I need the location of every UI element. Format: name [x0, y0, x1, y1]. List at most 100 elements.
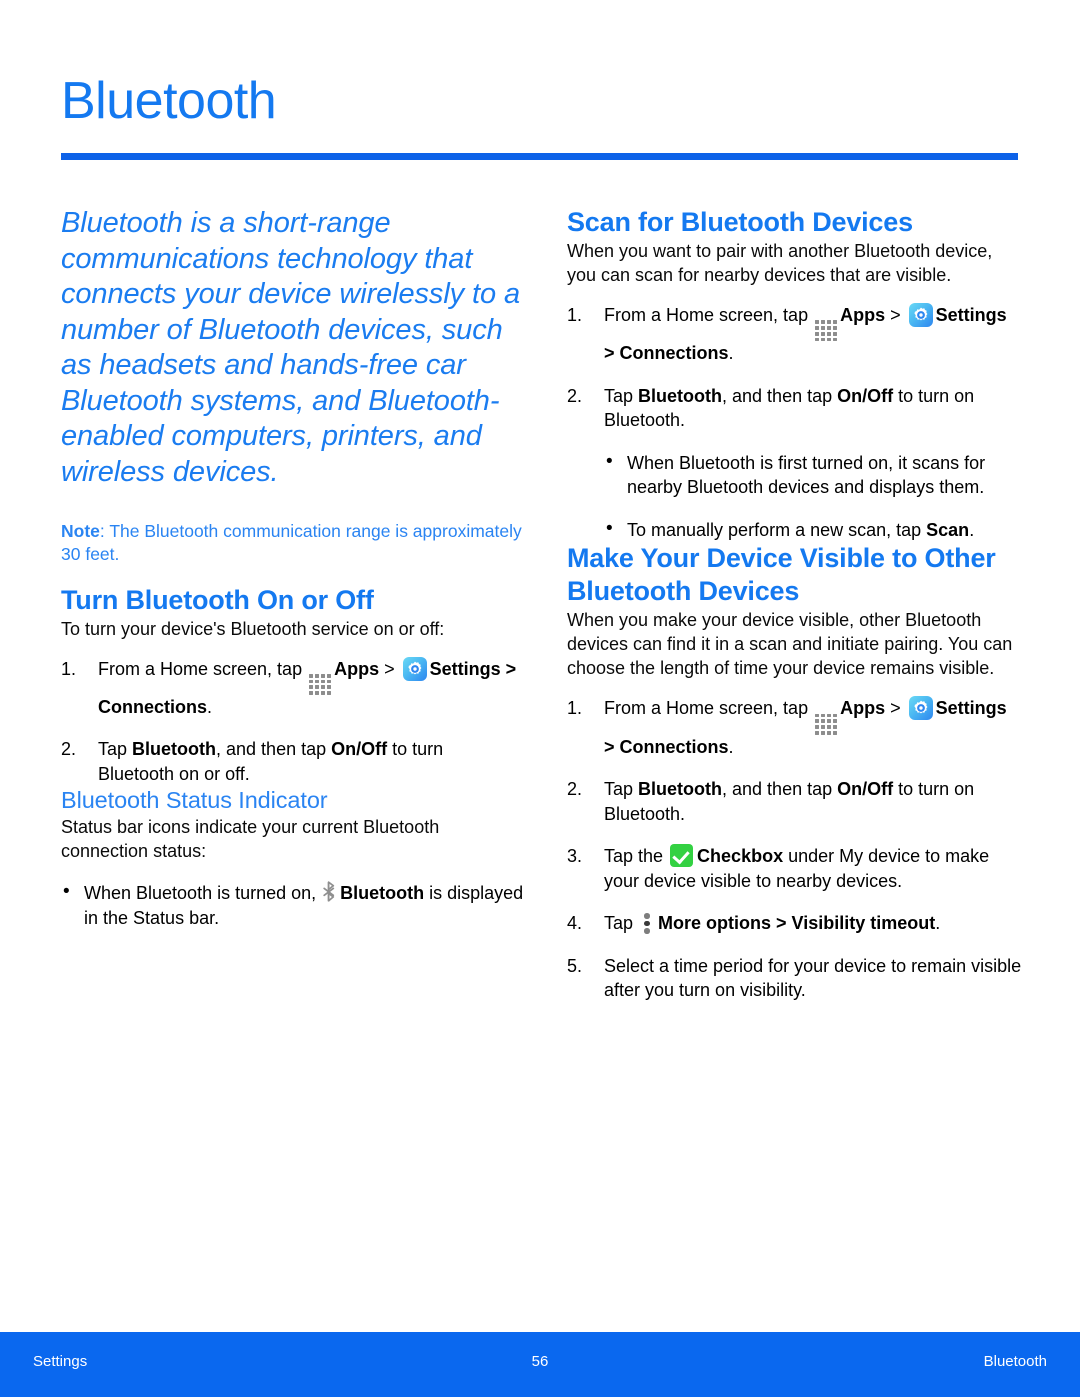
step-sep: > — [885, 698, 906, 719]
list-item: When Bluetooth is turned on, Bluetooth i… — [61, 880, 524, 930]
note-separator: : — [99, 521, 110, 541]
heading-make-your-device-visible: Make Your Device Visible to Other Blueto… — [567, 543, 996, 607]
step-item: 1. From a Home screen, tap Apps > Setting… — [61, 656, 524, 720]
step-sep-2: > — [604, 736, 620, 757]
step-text: From a Home screen, tap — [98, 658, 308, 679]
step-item: 1. From a Home screen, tap Apps > Setting… — [567, 696, 1022, 759]
bullet-text-2: . — [969, 519, 975, 540]
step-period: . — [728, 736, 734, 757]
visibility-timeout-label: Visibility timeout — [791, 913, 936, 933]
settings-label: Settings — [935, 698, 1007, 719]
settings-icon — [402, 656, 427, 681]
step-text-2: , and then tap — [722, 779, 838, 799]
step-sep-2: > — [604, 343, 620, 364]
step-text: Select a time period for your device to … — [604, 955, 1022, 1001]
step-item: 2. Tap Bluetooth, and then tap On/Off to … — [567, 384, 1022, 433]
step-text: Tap — [604, 779, 639, 799]
footer-page-number: 56 — [531, 1353, 549, 1370]
step-item: 3. Tap the Checkbox under My device to ma… — [567, 844, 1022, 893]
list-item: When Bluetooth is first turned on, it sc… — [604, 450, 1022, 500]
step-text: Tap — [98, 739, 133, 760]
turn-on-off-intro: To turn your device's Bluetooth service … — [61, 618, 445, 639]
apps-icon — [815, 713, 838, 735]
apps-label: Apps — [840, 698, 886, 719]
step-number: 3. — [567, 846, 583, 866]
note-text: The Bluetooth communication range is app… — [61, 521, 522, 564]
bluetooth-bold-label: Bluetooth — [340, 883, 425, 904]
status-indicator-intro: Status bar icons indicate your current B… — [61, 817, 440, 862]
heading-scan-for-bluetooth-devices: Scan for Bluetooth Devices — [567, 207, 913, 237]
right-column: Scan for Bluetooth Devices When you want… — [567, 206, 1022, 1003]
step-sep-2: > — [500, 658, 517, 679]
list-item: To manually perform a new scan, tap Scan… — [604, 517, 1022, 543]
step-number: 2. — [567, 779, 583, 799]
step-sep: > — [379, 658, 400, 679]
apps-label: Apps — [840, 305, 886, 325]
more-options-label: More options — [658, 913, 772, 933]
step-item: 5. Select a time period for your device t… — [567, 954, 1022, 1003]
step-item: 2. Tap Bluetooth, and then tap On/Off to … — [567, 777, 1022, 826]
connections-label: Connections — [98, 696, 208, 717]
bluetooth-label: Bluetooth — [638, 385, 723, 406]
step-sep: > — [885, 305, 906, 325]
step-number: 5. — [567, 955, 583, 976]
settings-icon — [908, 303, 933, 327]
step-number: 4. — [567, 913, 583, 933]
step-sep: > — [771, 913, 792, 933]
step-period: . — [728, 343, 734, 364]
bullet-text: When Bluetooth is turned on, — [84, 883, 322, 904]
onoff-label: On/Off — [331, 739, 388, 760]
step-text: Tap — [604, 913, 639, 933]
note-label: Note — [61, 521, 100, 541]
onoff-label: On/Off — [837, 779, 894, 799]
bullet-text: To manually perform a new scan, tap — [627, 519, 927, 540]
step-number: 1. — [61, 658, 77, 679]
step-number: 2. — [61, 739, 77, 760]
connections-label: Connections — [619, 343, 729, 364]
settings-label: Settings — [429, 658, 501, 679]
apps-icon — [309, 673, 332, 695]
status-indicator-bullets: When Bluetooth is turned on, Bluetooth i… — [61, 880, 524, 930]
note-paragraph: Note: The Bluetooth communication range … — [61, 520, 524, 566]
document-page: Bluetooth Bluetooth is a short-range com… — [0, 0, 1080, 1397]
step-item: 2. Tap Bluetooth, and then tap On/Off to … — [61, 737, 524, 786]
title-divider — [61, 153, 1018, 160]
scan-label: Scan — [926, 519, 970, 540]
visible-intro: When you make your device visible, other… — [567, 610, 1013, 679]
heading-bluetooth-status-indicator: Bluetooth Status Indicator — [61, 787, 328, 814]
step-text-2: , and then tap — [216, 739, 332, 760]
step-number: 1. — [567, 305, 583, 325]
apps-icon — [815, 320, 838, 342]
intro-paragraph: Bluetooth is a short-range communication… — [61, 207, 520, 488]
settings-label: Settings — [935, 305, 1007, 325]
turn-on-off-steps: 1. From a Home screen, tap Apps > Setting… — [61, 656, 524, 787]
apps-label: Apps — [334, 658, 380, 679]
step-text: From a Home screen, tap — [604, 305, 814, 325]
step-text: From a Home screen, tap — [604, 698, 814, 719]
bluetooth-icon — [322, 881, 337, 903]
step-item: 4. Tap More options > Visibility timeout. — [567, 911, 1022, 936]
step-item: 1. From a Home screen, tap Apps > Setting… — [567, 303, 1022, 366]
more-options-icon — [643, 911, 651, 934]
bluetooth-label: Bluetooth — [638, 779, 723, 799]
page-title: Bluetooth — [61, 72, 277, 130]
bluetooth-label: Bluetooth — [132, 739, 217, 760]
left-column: Bluetooth is a short-range communication… — [61, 206, 524, 930]
step-number: 2. — [567, 385, 583, 406]
step-text: Tap — [604, 385, 639, 406]
scan-sub-bullets: When Bluetooth is first turned on, it sc… — [604, 450, 1022, 543]
scan-intro: When you want to pair with another Bluet… — [567, 241, 993, 285]
checkbox-icon — [670, 844, 694, 867]
step-text: Tap the — [604, 846, 669, 866]
onoff-label: On/Off — [837, 385, 894, 406]
step-period: . — [935, 913, 941, 933]
step-text-2: , and then tap — [722, 385, 838, 406]
step-number: 1. — [567, 698, 583, 719]
settings-icon — [908, 696, 933, 721]
footer-topic-label: Bluetooth — [983, 1353, 1047, 1370]
visible-steps: 1. From a Home screen, tap Apps > Setting… — [567, 696, 1022, 1002]
connections-label: Connections — [619, 736, 729, 757]
step-period: . — [207, 696, 213, 717]
scan-steps: 1. From a Home screen, tap Apps > Setting… — [567, 303, 1022, 433]
checkbox-label: Checkbox — [697, 846, 784, 866]
